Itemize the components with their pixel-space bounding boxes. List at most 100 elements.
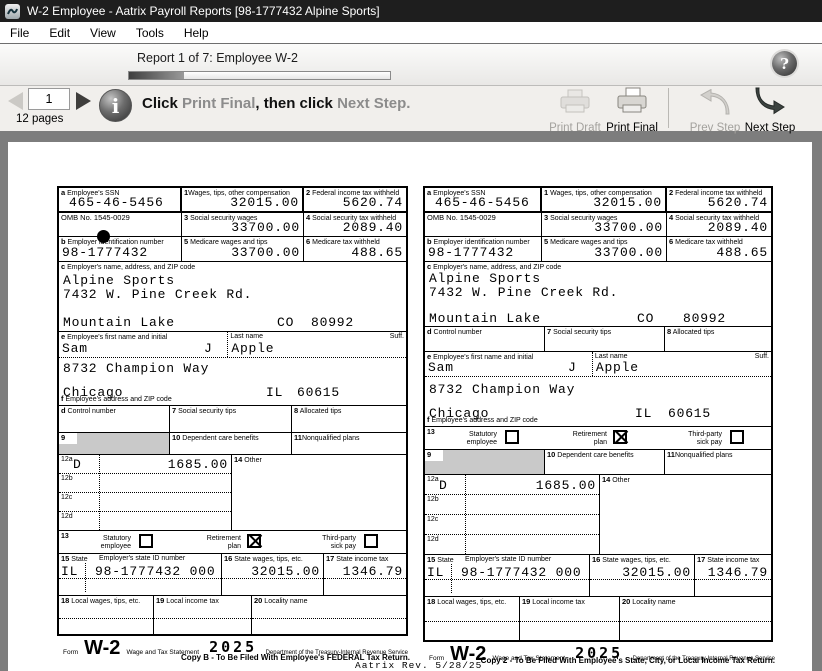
menu-item-view[interactable]: View <box>80 24 126 42</box>
box-id: e <box>61 332 65 341</box>
medicare-wages-value: 33700.00 <box>594 245 663 260</box>
fed-tax-value: 5620.74 <box>343 195 403 210</box>
box-11-nonqualified: 11Nonqualified plans <box>292 433 406 454</box>
box-12-group: 12a D 1685.00 12b 12c 12d <box>59 455 232 530</box>
box-id: a <box>427 188 431 197</box>
box-10-dependent-care: 10 Dependent care benefits <box>545 450 665 474</box>
state-id-value: 98-1777432 000 <box>95 564 215 579</box>
box-id: 12d <box>427 536 439 544</box>
question-icon: ? <box>780 55 789 73</box>
box-label: Local wages, tips, etc. <box>71 598 140 605</box>
employee-zip: 60615 <box>668 406 711 421</box>
box-12d: 12d <box>425 535 599 554</box>
employee-zip: 60615 <box>297 385 340 400</box>
retirement-label: Retirement <box>207 535 241 542</box>
box-5-medicare-wages: 5 Medicare wages and tips 33700.00 <box>182 237 304 261</box>
info-icon: i <box>99 89 132 122</box>
retirement-checkbox <box>613 430 627 444</box>
box-label: Locality name <box>632 599 675 606</box>
box-6-medicare-tax: 6 Medicare tax withheld 488.65 <box>304 237 406 261</box>
box-id: 16 <box>592 555 600 564</box>
form-word: Form <box>63 649 78 656</box>
box-12a: 12a D 1685.00 <box>59 455 231 474</box>
box-id: 4 <box>669 213 673 222</box>
box-12-group: 12a D 1685.00 12b 12c 12d <box>425 475 600 554</box>
prev-page-button[interactable] <box>8 92 23 110</box>
prev-step-label: Prev Step <box>685 122 745 134</box>
box-id: 2 <box>306 188 310 197</box>
menu-item-file[interactable]: File <box>0 24 39 42</box>
employee-street: 8732 Champion Way <box>63 361 209 376</box>
instruction-part: , then click <box>255 95 337 112</box>
employer-zip: 80992 <box>311 315 354 330</box>
state-value: IL <box>61 564 78 579</box>
form-name: W-2 <box>84 640 120 656</box>
box-16-state-wages: 16 State wages, tips, etc. 32015.00 <box>222 554 324 595</box>
box-9-shaded: 9 <box>59 433 170 454</box>
box-id: 3 <box>184 213 188 222</box>
medicare-tax-value: 488.65 <box>351 245 403 260</box>
box-2-fed-tax: 2 Federal income tax withheld 5620.74 <box>667 188 771 211</box>
box-e-name: e Employee's first name and initial Sam … <box>59 332 406 358</box>
box-c-employer: c Employer's name, address, and ZIP code… <box>425 262 771 327</box>
employer-state: CO <box>637 311 654 326</box>
thirdparty-label2: sick pay <box>331 543 356 550</box>
wages-value: 32015.00 <box>230 195 299 210</box>
box-label: Locality name <box>264 598 307 605</box>
box-id: 20 <box>254 596 262 605</box>
menu-item-tools[interactable]: Tools <box>126 24 174 42</box>
box-id: 19 <box>156 596 164 605</box>
box-18-local-wages: 18 Local wages, tips, etc. <box>425 597 520 640</box>
next-page-button[interactable] <box>76 92 91 110</box>
ein-value: 98-1777432 <box>62 245 148 260</box>
mouse-cursor <box>97 230 110 243</box>
pages-count-label: 12 pages <box>16 113 63 125</box>
help-button[interactable]: ? <box>772 51 797 76</box>
box-id: 12c <box>61 494 72 502</box>
prev-step-button[interactable]: Prev Step <box>685 89 745 134</box>
next-step-button[interactable]: Next Step <box>740 87 800 134</box>
box-19-local-tax: 19 Local income tax <box>520 597 620 640</box>
box-3-ss-wages: 3 Social security wages 33700.00 <box>182 213 304 236</box>
box-label: Control number <box>68 408 116 415</box>
menu-bar: File Edit View Tools Help <box>0 22 822 43</box>
box-a-ssn: a Employee's SSN 465-46-5456 <box>59 188 182 211</box>
box-id: f <box>61 394 64 403</box>
last-name-value: Apple <box>596 360 639 375</box>
state-tax-value: 1346.79 <box>708 565 768 580</box>
menu-item-help[interactable]: Help <box>174 24 219 42</box>
box-f-employee-address: 8732 Champion Way Chicago IL 60615 f Emp… <box>59 358 406 406</box>
menu-item-edit[interactable]: Edit <box>39 24 80 42</box>
arrow-down-right-icon <box>754 87 786 115</box>
medicare-wages-value: 33700.00 <box>231 245 300 260</box>
box-b-ein: b Employer identification number 98-1777… <box>425 237 542 261</box>
box-11-nonqualified: 11Nonqualified plans <box>665 450 771 474</box>
report-header: Report 1 of 7: Employee W-2 ? <box>0 43 822 86</box>
ssn-value: 465-46-5456 <box>435 195 530 210</box>
thirdparty-checkbox <box>364 534 378 548</box>
box-label: State income tax <box>707 557 759 564</box>
first-name-value: Sam <box>62 341 88 356</box>
employee-state: IL <box>635 406 652 421</box>
box-12a: 12a D 1685.00 <box>425 475 599 495</box>
app-icon <box>5 4 20 19</box>
page-number-input[interactable] <box>28 88 70 110</box>
progress-bar <box>128 71 391 80</box>
print-final-button[interactable]: Print Final <box>602 87 662 134</box>
print-draft-button[interactable]: Print Draft <box>545 89 605 134</box>
box-label: Employee's address and ZIP code <box>431 417 537 424</box>
box-label: Other <box>612 477 630 484</box>
thirdparty-label: Third-party <box>688 431 722 438</box>
omb-label: OMB No. 1545-0029 <box>61 214 181 222</box>
copy-2-label: Copy 2 - To Be Filed With Employee's Sta… <box>423 656 775 665</box>
box-id: 7 <box>172 406 176 415</box>
ss-tax-value: 2089.40 <box>343 220 403 235</box>
box-18-local-wages: 18 Local wages, tips, etc. <box>59 596 154 634</box>
employee-street: 8732 Champion Way <box>429 382 575 397</box>
print-draft-label: Print Draft <box>545 122 605 134</box>
box-6-medicare-tax: 6 Medicare tax withheld 488.65 <box>667 237 771 261</box>
box-14-other: 14 Other <box>232 455 406 530</box>
box-label: Nonqualified plans <box>675 452 733 459</box>
box-12b: 12b <box>59 474 231 493</box>
box-id: 20 <box>622 597 630 606</box>
